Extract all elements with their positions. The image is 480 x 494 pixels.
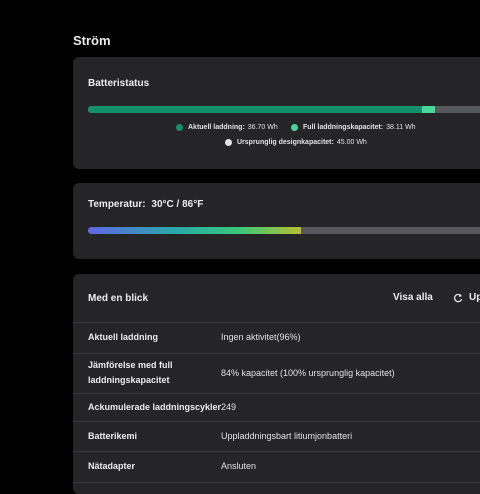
table-row: Ackumulerade laddningscykler 249: [73, 394, 480, 422]
row-label: Ackumulerade laddningscykler: [88, 402, 222, 412]
row-value: Uppladdningsbart litiumjonbatteri: [221, 431, 353, 441]
legend-current-charge: Aktuell laddning: 36.70 Wh: [176, 124, 278, 131]
legend-full-label: Full laddningskapacitet:: [303, 124, 384, 131]
row-label: Jämförelse med full laddningskapacitet: [88, 360, 173, 385]
legend-current-value: 36.70 Wh: [247, 124, 278, 131]
row-value: Ansluten: [221, 461, 257, 471]
design-capacity-dot: [225, 139, 232, 146]
temperature-value: 30°C / 86°F: [151, 199, 204, 210]
legend-design-value: 45.00 Wh: [336, 139, 367, 146]
glance-card: Med en blick Visa alla Up Aktuell laddni…: [73, 274, 480, 494]
refresh-icon: [454, 293, 463, 302]
temperature-card: Temperatur: 30°C / 86°F: [73, 183, 480, 259]
update-label: Up: [469, 292, 480, 303]
legend-design-capacity: Ursprunglig designkapacitet: 45.00 Wh: [225, 139, 367, 146]
legend-full-capacity: Full laddningskapacitet: 38.11 Wh: [291, 124, 416, 131]
temperature-fill: [88, 227, 302, 234]
full-capacity-dot: [291, 124, 298, 131]
page-title: Ström: [73, 33, 111, 48]
update-button[interactable]: Up: [453, 292, 480, 303]
row-label: Nätadapter: [88, 461, 136, 471]
row-value: 84% kapacitet (100% ursprunglig kapacite…: [221, 368, 395, 378]
row-label: Aktuell laddning: [88, 332, 159, 342]
row-value: Ingen aktivitet(96%): [221, 332, 301, 342]
battery-status-card: Batteristatus Aktuell laddning: 36.70 Wh…: [73, 57, 480, 169]
table-row: Nätadapter Ansluten: [73, 452, 480, 483]
table-row: Batterikemi Uppladdningsbart litiumjonba…: [73, 422, 480, 452]
temperature-bar: [88, 227, 480, 234]
row-label: Batterikemi: [88, 431, 138, 441]
table-row: Aktuell laddning Ingen aktivitet(96%): [73, 322, 480, 354]
table-row: Jämförelse med full laddningskapacitet 8…: [73, 354, 480, 394]
view-all-button[interactable]: Visa alla: [393, 292, 433, 303]
glance-header: Med en blick Visa alla Up: [73, 274, 480, 323]
legend-current-label: Aktuell laddning:: [188, 124, 245, 131]
row-value: 249: [221, 402, 237, 412]
glance-title: Med en blick: [88, 293, 149, 304]
current-charge-dot: [176, 124, 183, 131]
battery-capacity-bar: [88, 106, 480, 113]
legend-design-label: Ursprunglig designkapacitet:: [237, 139, 334, 146]
legend-full-value: 38.11 Wh: [386, 124, 416, 131]
temperature-readout: Temperatur: 30°C / 86°F: [88, 199, 203, 210]
battery-status-title: Batteristatus: [88, 78, 150, 89]
current-charge-fill: [88, 106, 423, 113]
temperature-label: Temperatur:: [88, 199, 146, 210]
